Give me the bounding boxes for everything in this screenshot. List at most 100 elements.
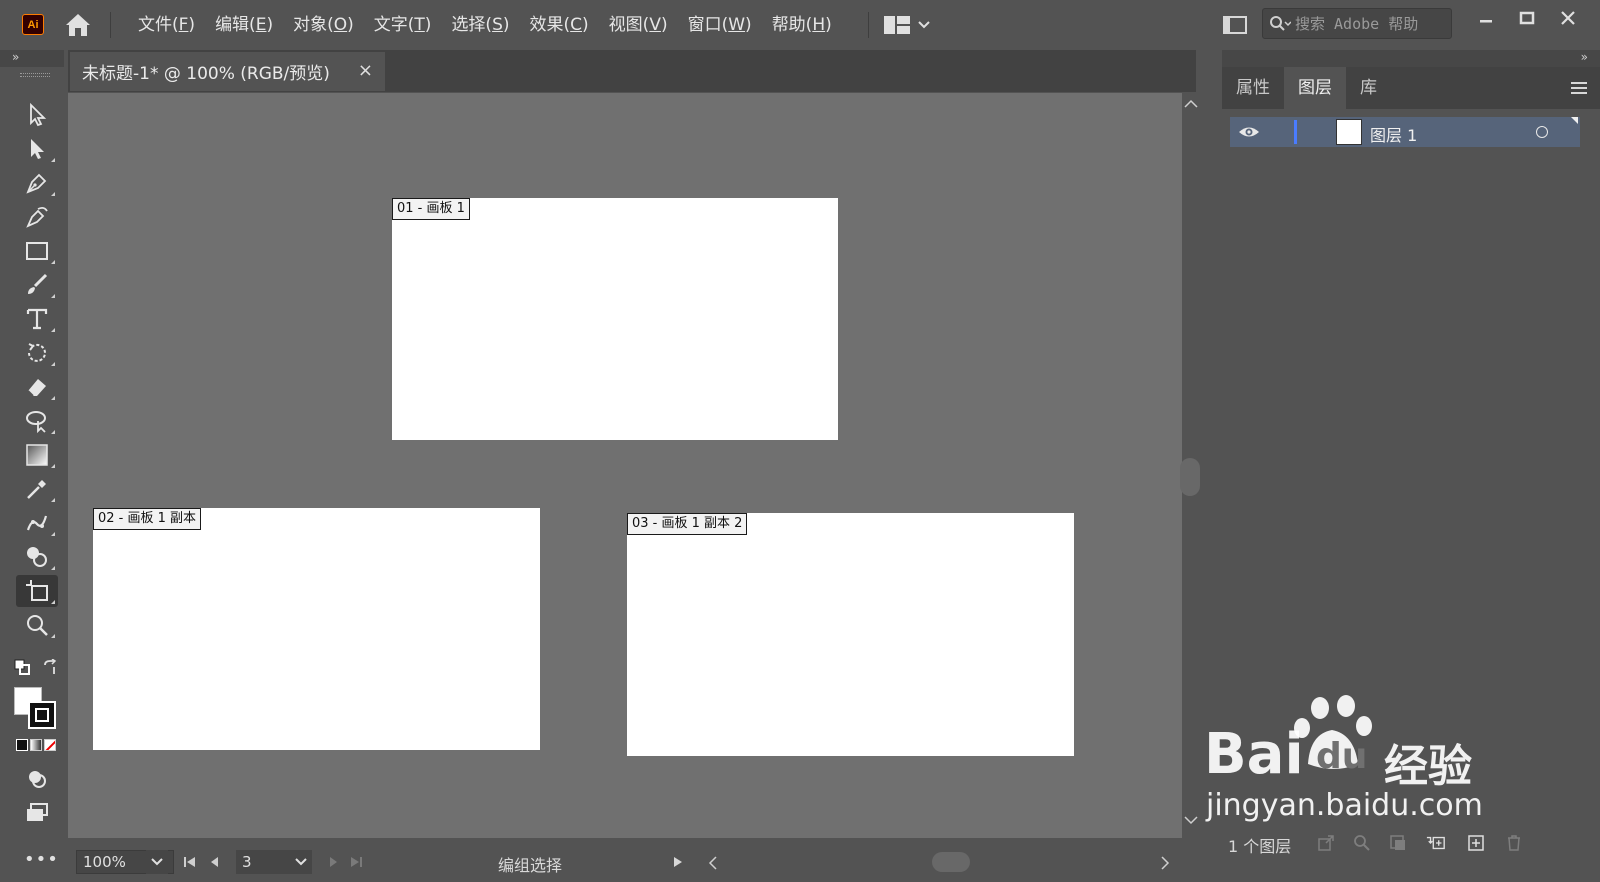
status-menu-button[interactable] xyxy=(670,852,686,872)
locate-object-button[interactable] xyxy=(1352,833,1372,853)
layer-name[interactable]: 图层 1 xyxy=(1370,122,1417,146)
double-chevron-icon: » xyxy=(12,50,20,64)
screen-mode-icon xyxy=(27,803,48,821)
zoom-dropdown[interactable] xyxy=(146,850,168,874)
double-chevron-icon: » xyxy=(1580,50,1588,64)
vertical-scroll-thumb[interactable] xyxy=(1180,458,1200,496)
delete-layer-button[interactable] xyxy=(1504,833,1524,853)
trash-icon xyxy=(1508,835,1520,851)
horizontal-scrollbar[interactable] xyxy=(708,850,1178,874)
gradient-tool[interactable] xyxy=(16,439,58,471)
artboard-1[interactable] xyxy=(392,198,838,440)
artboard-label[interactable]: 02 - 画板 1 副本 xyxy=(93,508,202,530)
eyedropper-tool[interactable] xyxy=(16,473,58,505)
restore-icon xyxy=(1519,11,1535,25)
lasso-icon xyxy=(26,411,46,434)
minimize-button[interactable] xyxy=(1468,6,1504,30)
new-layer-button[interactable] xyxy=(1466,833,1486,853)
pen-tool[interactable] xyxy=(16,167,58,199)
zoom-tool[interactable] xyxy=(16,609,58,641)
paintbrush-tool[interactable] xyxy=(16,269,58,301)
workspace-layout-icon xyxy=(884,16,910,34)
type-tool[interactable] xyxy=(16,303,58,335)
shape-builder-tool[interactable] xyxy=(16,541,58,573)
zoom-icon xyxy=(27,615,48,636)
new-sublayer-button[interactable] xyxy=(1426,833,1446,853)
menu-select[interactable]: 选择(S) xyxy=(441,12,519,38)
screen-mode-button[interactable] xyxy=(16,797,58,829)
artboard-icon xyxy=(26,580,48,601)
drawing-mode-icon xyxy=(29,771,46,788)
swap-colors-button[interactable] xyxy=(42,658,58,675)
clipping-mask-button[interactable] xyxy=(1388,833,1408,853)
artboard-number-field[interactable]: 3 xyxy=(236,850,296,874)
last-artboard-button[interactable] xyxy=(348,852,364,872)
tab-libraries[interactable]: 库 xyxy=(1346,67,1391,109)
artboard-dropdown[interactable] xyxy=(290,850,312,874)
search-input[interactable] xyxy=(1295,14,1435,33)
panel-menu-button[interactable] xyxy=(1570,79,1588,97)
layer-row[interactable]: 图层 1 xyxy=(1230,117,1580,147)
menu-object[interactable]: 对象(O) xyxy=(283,12,364,38)
stroke-swatch[interactable] xyxy=(28,701,56,729)
first-artboard-button[interactable] xyxy=(182,852,198,872)
lasso-tool[interactable] xyxy=(16,405,58,437)
next-artboard-button[interactable] xyxy=(326,852,342,872)
chevron-down-icon xyxy=(918,21,930,29)
horizontal-scroll-thumb[interactable] xyxy=(932,852,970,872)
maximize-button[interactable] xyxy=(1509,6,1545,30)
close-window-button[interactable] xyxy=(1550,6,1586,30)
menu-type[interactable]: 文字(T) xyxy=(364,12,442,38)
previous-artboard-button[interactable] xyxy=(206,852,222,872)
selection-tool[interactable] xyxy=(16,99,58,131)
menu-window[interactable]: 窗口(W) xyxy=(678,12,762,38)
pen-icon xyxy=(26,173,47,194)
toolbar-collapse-strip[interactable]: » xyxy=(0,50,64,67)
vertical-scrollbar[interactable] xyxy=(1180,93,1200,838)
menu-help[interactable]: 帮助(H) xyxy=(762,12,842,38)
illustrator-window: Ai 文件(F) 编辑(E) 对象(O) 文字(T) 选择(S) 效果(C) 视… xyxy=(0,0,1600,882)
close-tab-icon[interactable]: × xyxy=(358,60,373,81)
rectangle-tool[interactable] xyxy=(16,235,58,267)
tab-layers[interactable]: 图层 xyxy=(1284,67,1346,109)
default-colors-button[interactable] xyxy=(14,659,30,675)
next-icon xyxy=(330,857,337,867)
artboard-2[interactable] xyxy=(93,508,540,750)
hamburger-icon xyxy=(1571,82,1587,94)
export-button[interactable] xyxy=(1316,833,1336,853)
toolbar-grip[interactable] xyxy=(20,73,50,77)
panel-collapse-strip[interactable]: » xyxy=(1222,50,1600,67)
artboard-label[interactable]: 03 - 画板 1 副本 2 xyxy=(627,513,748,535)
layers-panel-footer: 1 个图层 xyxy=(1222,827,1600,882)
layer-count: 1 个图层 xyxy=(1228,837,1292,856)
eraser-tool[interactable] xyxy=(16,371,58,403)
artboard-label[interactable]: 01 - 画板 1 xyxy=(392,198,470,220)
puppet-warp-tool[interactable] xyxy=(16,507,58,539)
target-icon[interactable] xyxy=(1536,126,1548,138)
watermark-url: jingyan.baidu.com xyxy=(1206,788,1483,823)
menu-file[interactable]: 文件(F) xyxy=(128,12,205,38)
canvas-area[interactable]: 01 - 画板 1 02 - 画板 1 副本 03 - 画板 1 副本 2 xyxy=(68,93,1182,838)
more-tools-icon[interactable]: ••• xyxy=(24,849,59,870)
menu-edit[interactable]: 编辑(E) xyxy=(205,12,283,38)
artboard-3[interactable] xyxy=(627,513,1074,756)
home-button[interactable] xyxy=(63,12,93,38)
menu-effect[interactable]: 效果(C) xyxy=(520,12,599,38)
color-mode-button[interactable] xyxy=(16,739,28,751)
chevron-down-icon xyxy=(151,858,163,866)
first-icon xyxy=(184,857,195,867)
rotate-tool[interactable] xyxy=(16,337,58,369)
document-tab[interactable]: 未标题-1* @ 100% (RGB/预览) × xyxy=(70,52,385,91)
arrange-documents-button[interactable] xyxy=(1222,14,1248,36)
workspace-switcher[interactable] xyxy=(884,13,944,37)
gradient-mode-button[interactable] xyxy=(30,739,42,751)
direct-selection-tool[interactable] xyxy=(16,133,58,165)
visibility-toggle[interactable] xyxy=(1238,123,1260,141)
tab-properties[interactable]: 属性 xyxy=(1222,67,1284,109)
drawing-modes-button[interactable] xyxy=(16,763,58,795)
artboard-tool[interactable] xyxy=(16,575,58,607)
menu-view[interactable]: 视图(V) xyxy=(599,12,678,38)
help-search-box[interactable] xyxy=(1262,8,1452,39)
none-mode-button[interactable] xyxy=(44,739,56,751)
curvature-tool[interactable] xyxy=(16,201,58,233)
